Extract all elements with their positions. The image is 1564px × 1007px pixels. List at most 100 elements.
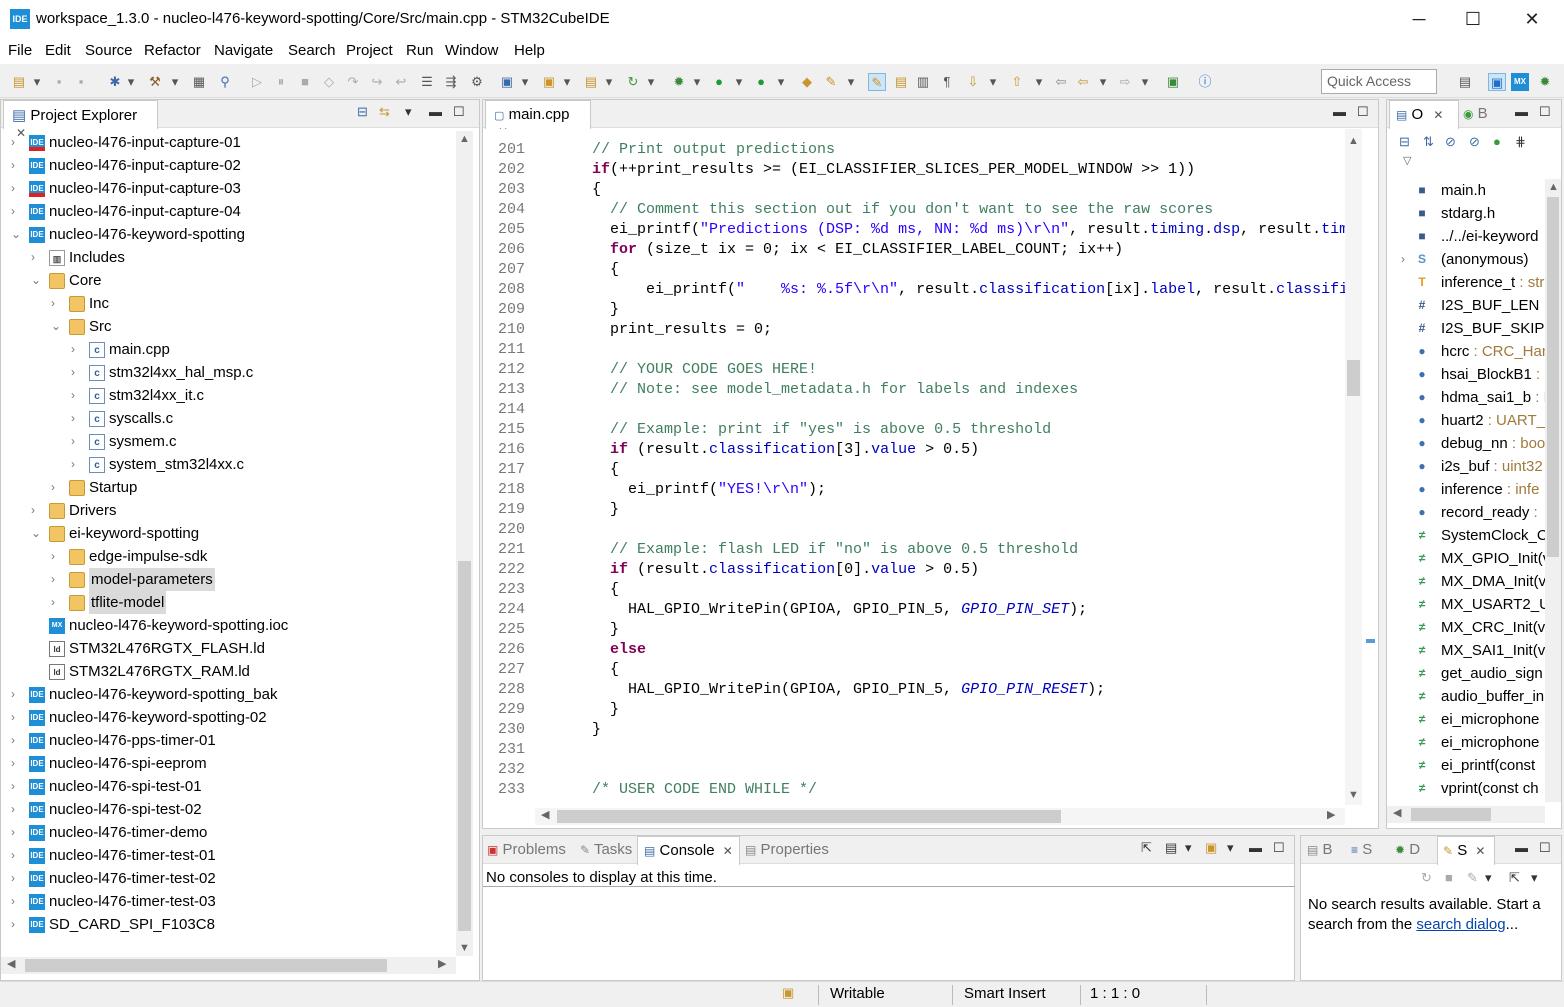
tree-item[interactable]: › Drivers	[1, 499, 455, 522]
refresh-icon[interactable]: ↻	[624, 73, 642, 91]
maximize-view-icon[interactable]: ☐	[1273, 840, 1285, 856]
save-icon[interactable]: ▪	[50, 73, 68, 91]
menu-help[interactable]: Help	[514, 42, 545, 59]
chevron-right-icon[interactable]: ›	[71, 338, 83, 361]
tab-problems[interactable]: ▣ Problems	[487, 841, 566, 858]
minimize-view-icon[interactable]: ▬	[429, 104, 442, 119]
instruction-step-icon[interactable]: ☰	[418, 73, 436, 91]
step-over-icon[interactable]: ↪	[368, 73, 386, 91]
chevron-right-icon[interactable]: ›	[51, 545, 63, 568]
menu-window[interactable]: Window	[445, 42, 498, 59]
tab-main-cpp[interactable]: ▢ main.cpp ✕	[485, 100, 591, 139]
save-all-icon[interactable]: ▪	[72, 73, 90, 91]
link-editor-icon[interactable]: ⇆	[379, 104, 390, 120]
collapse-all-icon[interactable]: ⊟	[357, 104, 368, 120]
chevron-right-icon[interactable]: ›	[11, 798, 23, 821]
refresh-icon[interactable]: ↻	[1421, 870, 1432, 886]
chevron-right-icon[interactable]: ›	[11, 890, 23, 913]
tab-console[interactable]: ▤ Console ✕	[637, 836, 740, 865]
new-project-icon[interactable]: ▣	[498, 73, 516, 91]
scroll-thumb[interactable]	[25, 959, 387, 972]
quick-access-input[interactable]: Quick Access	[1321, 69, 1437, 94]
chevron-down-icon[interactable]: ⌄	[11, 223, 23, 246]
tree-item[interactable]: › IDE nucleo-l476-timer-test-02	[1, 867, 455, 890]
tab-d[interactable]: ✹ D	[1395, 841, 1420, 858]
scroll-down-icon[interactable]: ▼	[1348, 789, 1359, 801]
project-tree-vscroll[interactable]: ▲ ▼	[456, 131, 473, 956]
info-icon[interactable]: ⓘ	[1196, 73, 1214, 91]
chevron-right-icon[interactable]: ›	[11, 752, 23, 775]
scroll-thumb[interactable]	[458, 561, 471, 931]
scroll-up-icon[interactable]: ▲	[459, 133, 470, 145]
minimize-view-icon[interactable]: ▬	[1515, 104, 1528, 119]
tree-item[interactable]: ⌄ IDE nucleo-l476-keyword-spotting	[1, 223, 455, 246]
tree-item[interactable]: › IDE nucleo-l476-timer-demo	[1, 821, 455, 844]
prev-annotation-icon[interactable]: ⇧	[1008, 73, 1026, 91]
tree-item[interactable]: › model-parameters	[1, 568, 455, 591]
maximize-view-icon[interactable]: ☐	[1539, 840, 1551, 856]
tab-search[interactable]: ✎ S ✕	[1437, 836, 1495, 865]
outline-vscroll[interactable]: ▲	[1545, 179, 1561, 802]
view-menu-icon[interactable]: ▾	[405, 104, 412, 120]
open-perspective-icon[interactable]: ▤	[1456, 73, 1474, 91]
build-hammer-icon[interactable]: ⚒	[146, 73, 164, 91]
maximize-view-icon[interactable]: ☐	[1357, 104, 1369, 120]
resume-icon[interactable]: ▷	[248, 73, 266, 91]
dropdown-icon[interactable]: ▾	[516, 73, 534, 91]
menu-refactor[interactable]: Refactor	[144, 42, 201, 59]
close-icon[interactable]: ✕	[723, 844, 733, 858]
chevron-right-icon[interactable]: ›	[51, 568, 63, 591]
hide-fields-icon[interactable]: ⊘	[1445, 134, 1456, 150]
chevron-right-icon[interactable]: ›	[11, 177, 23, 200]
group-includes-icon[interactable]: ⋕	[1515, 134, 1526, 150]
gear-icon[interactable]: ⚙	[468, 73, 486, 91]
tree-item[interactable]: ⌄ Core	[1, 269, 455, 292]
menu-navigate[interactable]: Navigate	[214, 42, 273, 59]
menu-search[interactable]: Search	[288, 42, 336, 59]
next-annotation-icon[interactable]: ⇩	[964, 73, 982, 91]
tree-item[interactable]: › IDE SD_CARD_SPI_F103C8	[1, 913, 455, 936]
tab-build-targets[interactable]: ◉ B	[1463, 105, 1488, 122]
terminate-icon[interactable]: ■	[296, 73, 314, 91]
tab-s1[interactable]: ≡ S	[1351, 841, 1372, 858]
maximize-view-icon[interactable]: ☐	[453, 104, 465, 120]
maximize-button[interactable]: ☐	[1446, 0, 1500, 38]
tab-project-explorer[interactable]: ▤ Project Explorer ✕	[3, 100, 158, 140]
editor-vscroll[interactable]: ▲ ▼	[1345, 129, 1362, 805]
chevron-right-icon[interactable]: ›	[51, 591, 63, 614]
hide-static-icon[interactable]: ⊘	[1469, 134, 1480, 150]
pin-editor-icon[interactable]: ▣	[1164, 73, 1182, 91]
minimize-button[interactable]: ─	[1392, 0, 1446, 38]
tab-tasks[interactable]: ✎ Tasks	[580, 841, 632, 858]
dropdown-icon[interactable]: ▾	[688, 73, 706, 91]
tree-item[interactable]: › IDE nucleo-l476-spi-test-02	[1, 798, 455, 821]
scroll-right-icon[interactable]: ▶	[1327, 808, 1335, 821]
dropdown-icon[interactable]: ▾	[28, 73, 46, 91]
tree-item[interactable]: ⌄ Src	[1, 315, 455, 338]
display-console-icon[interactable]: ▤	[1165, 840, 1177, 856]
chevron-right-icon[interactable]: ›	[11, 913, 23, 936]
dropdown-icon[interactable]: ▾	[730, 73, 748, 91]
dropdown-icon[interactable]: ▾	[1136, 73, 1154, 91]
block-selection-icon[interactable]: ▥	[914, 73, 932, 91]
close-icon[interactable]: ✕	[1475, 844, 1485, 858]
collapse-all-icon[interactable]: ⊟	[1399, 134, 1410, 150]
tab-outline[interactable]: ▤ O ✕	[1389, 100, 1459, 129]
step-return-icon[interactable]: ↩	[392, 73, 410, 91]
tree-item[interactable]: › IDE nucleo-l476-spi-eeprom	[1, 752, 455, 775]
scroll-up-icon[interactable]: ▲	[1348, 135, 1359, 147]
minimize-view-icon[interactable]: ▬	[1333, 104, 1346, 119]
run-external-icon[interactable]: ●	[752, 73, 770, 91]
editor-hscroll[interactable]: ◀ ▶	[535, 808, 1345, 825]
tree-item[interactable]: › IDE nucleo-l476-timer-test-01	[1, 844, 455, 867]
chevron-right-icon[interactable]: ›	[11, 775, 23, 798]
chevron-right-icon[interactable]: ›	[31, 499, 43, 522]
project-tree-hscroll[interactable]: ◀ ▶	[1, 957, 456, 974]
scroll-down-icon[interactable]: ▼	[459, 942, 470, 954]
chevron-right-icon[interactable]: ›	[11, 844, 23, 867]
step-into-icon[interactable]: ↷	[344, 73, 362, 91]
tree-item[interactable]: › c syscalls.c	[1, 407, 455, 430]
search-history-icon[interactable]: ✎	[1467, 870, 1478, 886]
disconnect-icon[interactable]: ◇	[320, 73, 338, 91]
new-console-icon[interactable]: ▣	[1205, 840, 1217, 856]
